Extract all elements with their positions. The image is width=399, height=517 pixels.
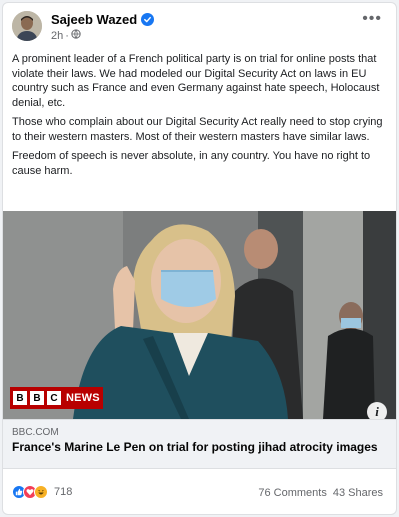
bbc-letter-c: C	[47, 391, 61, 405]
bbc-letter-b1: B	[13, 391, 27, 405]
link-preview-caption[interactable]: BBC.COM France's Marine Le Pen on trial …	[3, 419, 396, 469]
haha-reaction-icon	[34, 485, 48, 499]
globe-icon	[71, 29, 81, 42]
link-headline[interactable]: France's Marine Le Pen on trial for post…	[12, 440, 392, 455]
bbc-news-logo: B B C NEWS	[10, 387, 103, 409]
bbc-letter-b2: B	[30, 391, 44, 405]
more-options-icon[interactable]: •••	[362, 11, 382, 27]
author-avatar[interactable]	[12, 11, 42, 41]
engagement-stats: 76 Comments 43 Shares	[258, 487, 383, 499]
post-timestamp[interactable]: 2h	[51, 30, 63, 42]
info-icon[interactable]: i	[367, 402, 387, 419]
link-preview-photo[interactable]: B B C NEWS i	[3, 211, 396, 419]
verified-badge-icon	[141, 13, 155, 26]
comments-count-link[interactable]: 76 Comments	[258, 487, 326, 499]
author-name-row[interactable]: Sajeeb Wazed	[51, 12, 155, 27]
meta-separator: ·	[65, 29, 69, 42]
post-paragraph-1: A prominent leader of a French political…	[12, 53, 380, 109]
post-header: Sajeeb Wazed 2h · •••	[3, 3, 396, 47]
reactions-count: 718	[54, 486, 73, 498]
reactions-summary[interactable]: 718	[12, 485, 72, 499]
shares-count-link[interactable]: 43 Shares	[333, 487, 383, 499]
post-body: A prominent leader of a French political…	[12, 52, 392, 183]
avatar-photo	[12, 11, 42, 41]
bbc-news-label: NEWS	[66, 392, 100, 404]
facebook-post-card: Sajeeb Wazed 2h · ••• A prominent leader…	[2, 2, 397, 515]
link-domain: BBC.COM	[12, 427, 59, 438]
post-meta: 2h ·	[51, 29, 81, 42]
post-paragraph-2: Those who complain about our Digital Sec…	[12, 116, 383, 143]
author-name[interactable]: Sajeeb Wazed	[51, 12, 137, 27]
post-paragraph-3: Freedom of speech is never absolute, in …	[12, 150, 371, 177]
